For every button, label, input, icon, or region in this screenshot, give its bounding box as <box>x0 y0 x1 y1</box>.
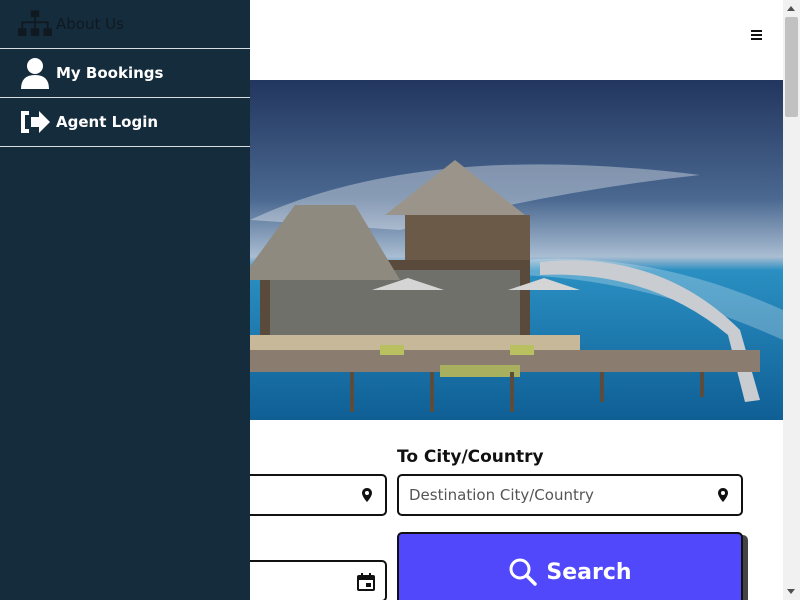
scroll-down-arrow-icon[interactable] <box>787 589 795 594</box>
travel-date-field[interactable] <box>240 560 387 600</box>
map-pin-icon <box>718 488 728 502</box>
sidebar-item-label: About Us <box>56 15 124 33</box>
side-navigation: About Us My Bookings Agent Login <box>0 0 250 600</box>
vertical-scrollbar[interactable] <box>783 0 800 600</box>
search-button[interactable]: Search <box>397 532 743 600</box>
hamburger-icon <box>751 30 762 40</box>
to-city-label: To City/Country <box>397 447 544 467</box>
sign-in-icon <box>18 105 52 139</box>
sidebar-item-agent-login[interactable]: Agent Login <box>0 98 250 147</box>
user-icon <box>18 56 52 90</box>
destination-field[interactable] <box>397 474 743 516</box>
destination-input[interactable] <box>399 476 741 514</box>
sidebar-item-my-bookings[interactable]: My Bookings <box>0 49 250 98</box>
sitemap-icon <box>18 7 52 41</box>
sidebar-item-about-us[interactable]: About Us <box>0 0 250 49</box>
menu-toggle-button[interactable] <box>748 26 766 44</box>
origin-city-field[interactable] <box>240 474 387 516</box>
scrollbar-thumb[interactable] <box>785 17 798 117</box>
calendar-icon <box>357 573 375 591</box>
sidebar-item-label: Agent Login <box>56 113 159 131</box>
map-pin-icon <box>362 488 372 502</box>
search-icon <box>509 558 538 586</box>
scroll-up-arrow-icon[interactable] <box>787 6 795 11</box>
sidebar-item-label: My Bookings <box>56 64 164 82</box>
search-button-label: Search <box>546 559 632 585</box>
